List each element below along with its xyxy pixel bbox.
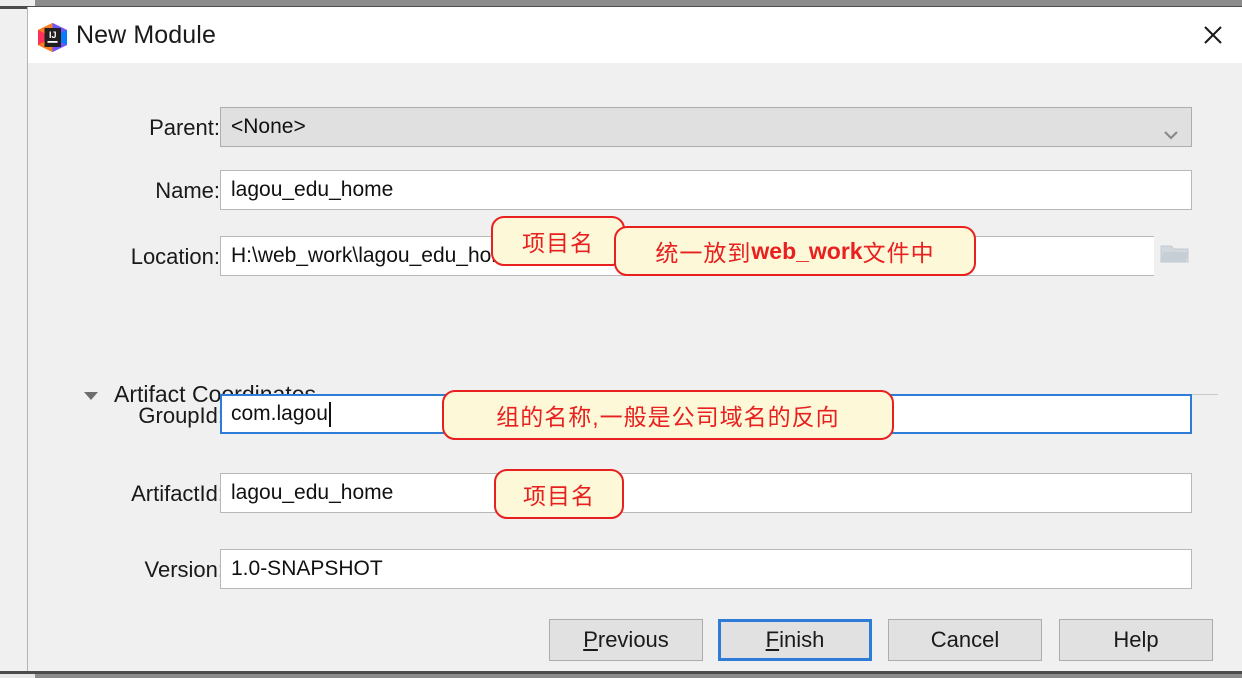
artifactid-label: ArtifactId:	[131, 481, 224, 506]
svg-text:IJ: IJ	[49, 30, 57, 40]
new-module-dialog: IJ New Module Parent: <None> Name: lagou…	[27, 7, 1242, 671]
version-label: Version:	[144, 557, 225, 582]
finish-button[interactable]: Finish	[718, 619, 872, 661]
text-caret	[328, 401, 331, 427]
location-label: Location:	[130, 244, 220, 269]
finish-suffix: inish	[779, 627, 825, 652]
location-value: H:\web_work\lagou_edu_home	[231, 244, 521, 267]
artifact-coordinates-toggle[interactable]	[82, 387, 100, 403]
artifactid-annotation-callout: 项目名	[494, 469, 624, 519]
cancel-button-label: Cancel	[930, 627, 1000, 652]
folder-icon	[1160, 242, 1190, 271]
name-input[interactable]: lagou_edu_home	[220, 170, 1192, 210]
previous-suffix: revious	[597, 627, 669, 652]
version-input[interactable]: 1.0-SNAPSHOT	[220, 549, 1192, 589]
cancel-button[interactable]: Cancel	[888, 619, 1042, 661]
location-annotation-bold: web_work	[751, 237, 863, 264]
intellij-idea-logo-icon: IJ	[38, 23, 67, 52]
close-button[interactable]	[1183, 7, 1242, 63]
dialog-title: New Module	[76, 21, 216, 49]
name-value: lagou_edu_home	[231, 178, 394, 201]
previous-button[interactable]: Previous	[549, 619, 703, 661]
parent-value: <None>	[231, 115, 306, 138]
chevron-down-icon	[1163, 122, 1179, 140]
help-button[interactable]: Help	[1059, 619, 1213, 661]
screen: IJ New Module Parent: <None> Name: lagou…	[0, 0, 1242, 678]
finish-button-label: Finish	[766, 627, 825, 653]
artifactid-input[interactable]: lagou_edu_home	[220, 473, 1192, 513]
location-annotation-callout: 统一放到 web_work 文件中	[614, 226, 976, 276]
location-browse-button[interactable]	[1154, 236, 1196, 276]
artifactid-value: lagou_edu_home	[231, 481, 394, 504]
location-annotation-suffix: 文件中	[862, 240, 935, 266]
previous-button-label: Previous	[583, 627, 669, 653]
dialog-titlebar: IJ New Module	[28, 7, 1242, 63]
dialog-body: Parent: <None> Name: lagou_edu_home 项目名 …	[28, 63, 1242, 671]
parent-label: Parent:	[149, 115, 220, 140]
close-icon	[1202, 24, 1224, 46]
name-annotation-callout: 项目名	[491, 216, 625, 266]
background-window-bottom-border	[0, 671, 1242, 674]
finish-mnemonic: F	[765, 627, 780, 652]
previous-mnemonic: P	[583, 627, 598, 652]
groupid-value: com.lagou	[231, 402, 328, 425]
name-label: Name:	[155, 178, 220, 203]
groupid-annotation-callout: 组的名称,一般是公司域名的反向	[442, 390, 894, 440]
version-value: 1.0-SNAPSHOT	[231, 557, 383, 580]
groupid-label: GroupId:	[138, 403, 224, 428]
location-annotation-prefix: 统一放到	[655, 240, 752, 266]
parent-combobox[interactable]: <None>	[220, 107, 1192, 147]
help-button-label: Help	[1113, 627, 1159, 652]
